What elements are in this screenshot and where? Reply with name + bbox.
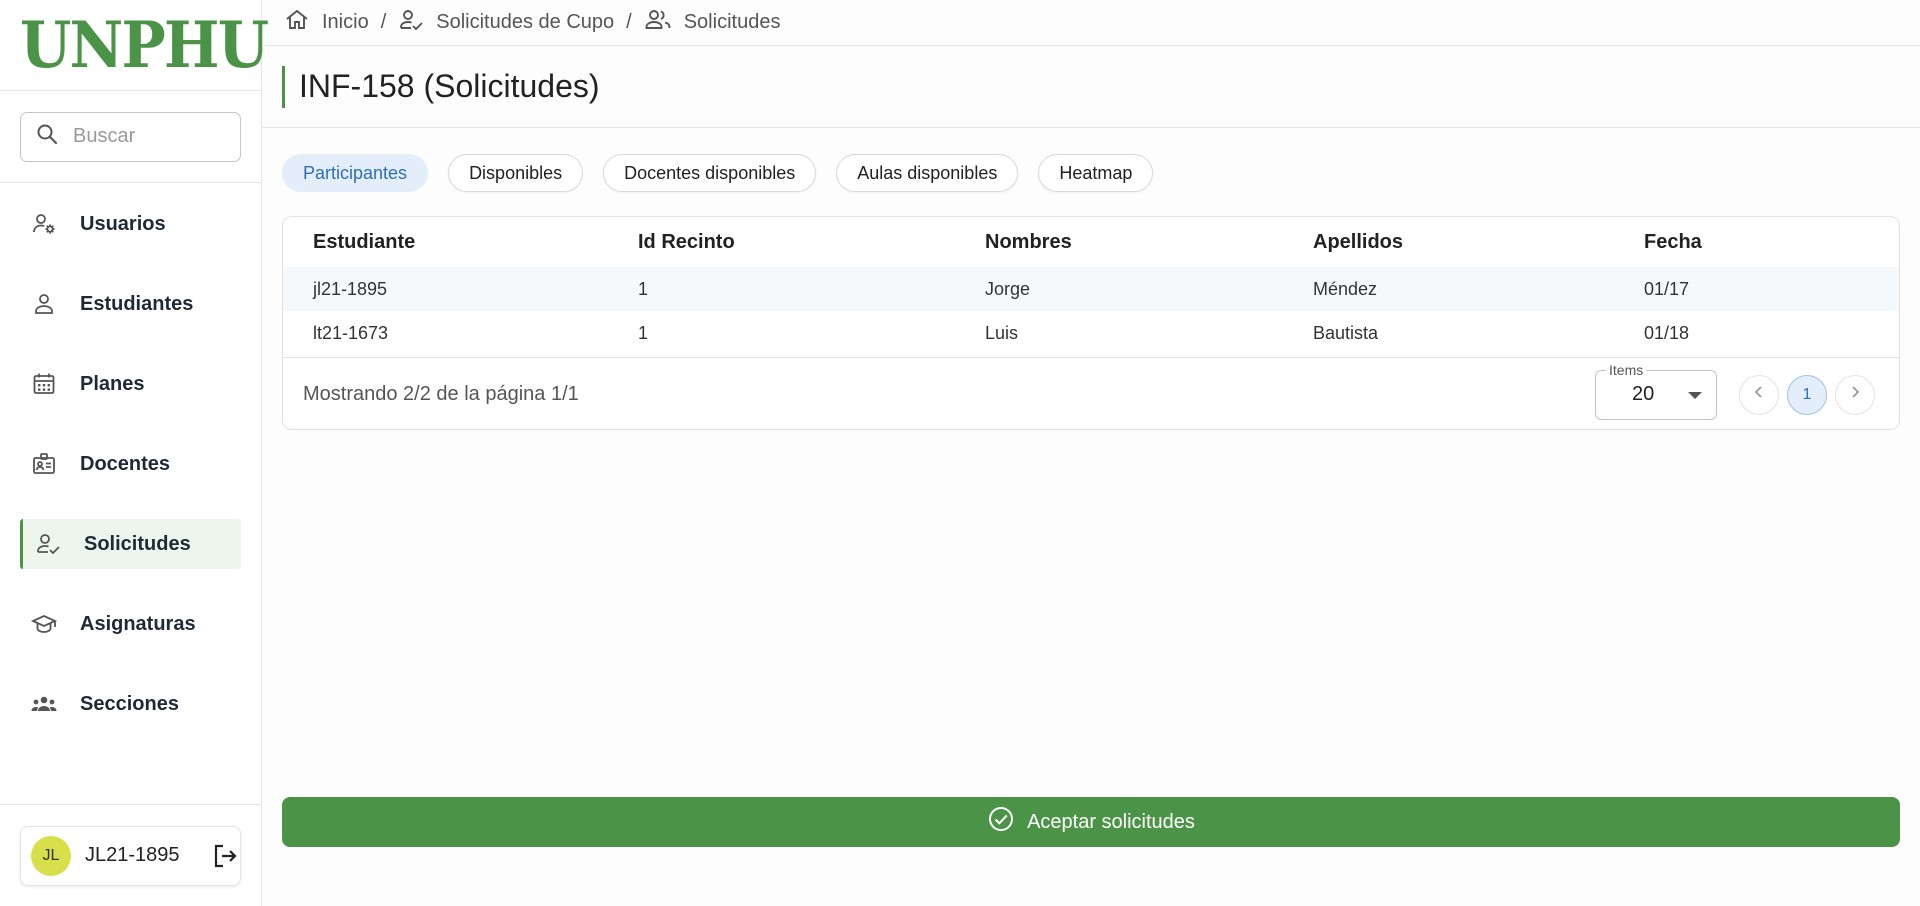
search-box[interactable] <box>20 111 241 162</box>
sidebar-item-solicitudes[interactable]: Solicitudes <box>20 519 241 569</box>
prev-page-button[interactable] <box>1739 374 1779 415</box>
cell-estudiante: jl21-1895 <box>313 278 388 299</box>
sidebar: UNPHU Usuarios Estudiantes <box>0 0 269 906</box>
tab-bar: Participantes Disponibles Docentes dispo… <box>282 154 1154 192</box>
search-container <box>0 91 261 183</box>
tab-aulas-disponibles[interactable]: Aulas disponibles <box>836 154 1019 192</box>
groups-icon <box>30 690 58 718</box>
cell-id-recinto: 1 <box>638 278 649 299</box>
sidebar-item-label: Estudiantes <box>80 292 194 315</box>
caret-down-icon <box>1688 391 1702 399</box>
items-per-page-select[interactable]: Items 20 <box>1595 361 1717 420</box>
badge-icon <box>30 450 58 478</box>
search-icon <box>35 122 59 151</box>
column-header-estudiante[interactable]: Estudiante <box>283 217 638 267</box>
graduation-cap-icon <box>30 610 58 638</box>
cell-apellidos: Bautista <box>1313 322 1379 343</box>
breadcrumb-label: Solicitudes de Cupo <box>436 11 615 33</box>
cell-apellidos: Méndez <box>1313 278 1378 299</box>
column-header-id-recinto[interactable]: Id Recinto <box>638 217 985 267</box>
people-icon <box>644 7 672 39</box>
participants-table: Estudiante Id Recinto Nombres Apellidos … <box>283 217 1899 355</box>
column-header-apellidos[interactable]: Apellidos <box>1313 217 1644 267</box>
next-page-button[interactable] <box>1835 374 1875 415</box>
user-card[interactable]: JL JL21-1895 <box>20 825 241 886</box>
items-per-page-label: Items <box>1606 361 1647 378</box>
sidebar-item-label: Solicitudes <box>84 532 191 555</box>
breadcrumb-label: Inicio <box>322 11 369 33</box>
sidebar-item-label: Docentes <box>80 452 171 475</box>
sidebar-item-label: Usuarios <box>80 212 166 235</box>
user-name: JL21-1895 <box>85 844 180 866</box>
person-icon <box>30 290 58 318</box>
breadcrumb-item-solicitudes-de-cupo[interactable]: Solicitudes de Cupo <box>398 7 614 39</box>
cell-estudiante: lt21-1673 <box>313 322 389 343</box>
pagination-summary: Mostrando 2/2 de la página 1/1 <box>303 383 579 405</box>
sidebar-item-estudiantes[interactable]: Estudiantes <box>20 279 241 329</box>
sidebar-item-label: Planes <box>80 372 145 395</box>
tab-heatmap[interactable]: Heatmap <box>1038 154 1154 192</box>
breadcrumb-separator: / <box>626 11 632 33</box>
sidebar-nav: Usuarios Estudiantes Planes Docentes Sol… <box>0 183 261 759</box>
sidebar-item-label: Asignaturas <box>80 612 196 635</box>
table-row[interactable]: jl21-1895 1 Jorge Méndez 01/17 <box>283 267 1899 311</box>
table-footer: Mostrando 2/2 de la página 1/1 Items 20 … <box>283 357 1899 429</box>
page-button[interactable]: 1 <box>1787 374 1827 415</box>
sidebar-item-docentes[interactable]: Docentes <box>20 439 241 489</box>
cell-fecha: 01/18 <box>1644 322 1690 343</box>
sidebar-item-usuarios[interactable]: Usuarios <box>20 199 241 249</box>
items-per-page-value: 20 <box>1632 383 1655 405</box>
breadcrumb: Inicio / Solicitudes de Cupo / Solicitud… <box>262 0 1920 46</box>
column-header-nombres[interactable]: Nombres <box>985 217 1313 267</box>
app-root: UNPHU Usuarios Estudiantes <box>0 0 1920 906</box>
table-header-row: Estudiante Id Recinto Nombres Apellidos … <box>283 217 1899 267</box>
accept-requests-button[interactable]: Aceptar solicitudes <box>282 797 1900 847</box>
breadcrumb-separator: / <box>380 11 387 33</box>
participants-table-card: Estudiante Id Recinto Nombres Apellidos … <box>282 216 1900 430</box>
person-check-icon <box>398 7 424 39</box>
pagination: 1 <box>1739 374 1875 415</box>
table-row[interactable]: lt21-1673 1 Luis Bautista 01/18 <box>283 311 1899 355</box>
check-circle-icon <box>987 805 1015 839</box>
page-header: INF-158 (Solicitudes) <box>262 46 1920 128</box>
title-accent-bar <box>282 65 285 108</box>
tab-docentes-disponibles[interactable]: Docentes disponibles <box>603 154 817 192</box>
sidebar-item-secciones[interactable]: Secciones <box>20 679 241 729</box>
main-content: Inicio / Solicitudes de Cupo / Solicitud… <box>262 0 1920 906</box>
logo[interactable]: UNPHU <box>0 0 269 91</box>
cell-nombres: Luis <box>985 322 1019 343</box>
accept-requests-label: Aceptar solicitudes <box>1027 810 1195 833</box>
sidebar-item-label: Secciones <box>80 692 179 715</box>
cell-nombres: Jorge <box>985 278 1031 299</box>
cell-id-recinto: 1 <box>638 322 649 343</box>
calendar-icon <box>30 370 58 398</box>
home-icon <box>284 7 310 39</box>
breadcrumb-item-solicitudes: Solicitudes <box>644 7 781 39</box>
tab-disponibles[interactable]: Disponibles <box>448 154 584 192</box>
sidebar-item-planes[interactable]: Planes <box>20 359 241 409</box>
breadcrumb-label: Solicitudes <box>683 11 781 33</box>
user-bar: JL JL21-1895 <box>0 804 261 906</box>
logout-icon[interactable] <box>211 842 239 870</box>
page-title: INF-158 (Solicitudes) <box>299 68 600 104</box>
logo-text: UNPHU <box>20 7 269 83</box>
search-input[interactable] <box>73 125 223 148</box>
sidebar-item-asignaturas[interactable]: Asignaturas <box>20 599 241 649</box>
breadcrumb-item-inicio[interactable]: Inicio <box>284 7 369 39</box>
chevron-right-icon <box>1848 385 1862 404</box>
user-settings-icon <box>30 210 58 238</box>
column-header-fecha[interactable]: Fecha <box>1644 217 1899 267</box>
person-check-icon <box>34 530 62 558</box>
chevron-left-icon <box>1752 385 1766 404</box>
cell-fecha: 01/17 <box>1644 278 1690 299</box>
avatar: JL <box>31 835 71 876</box>
tab-participantes[interactable]: Participantes <box>282 154 429 192</box>
